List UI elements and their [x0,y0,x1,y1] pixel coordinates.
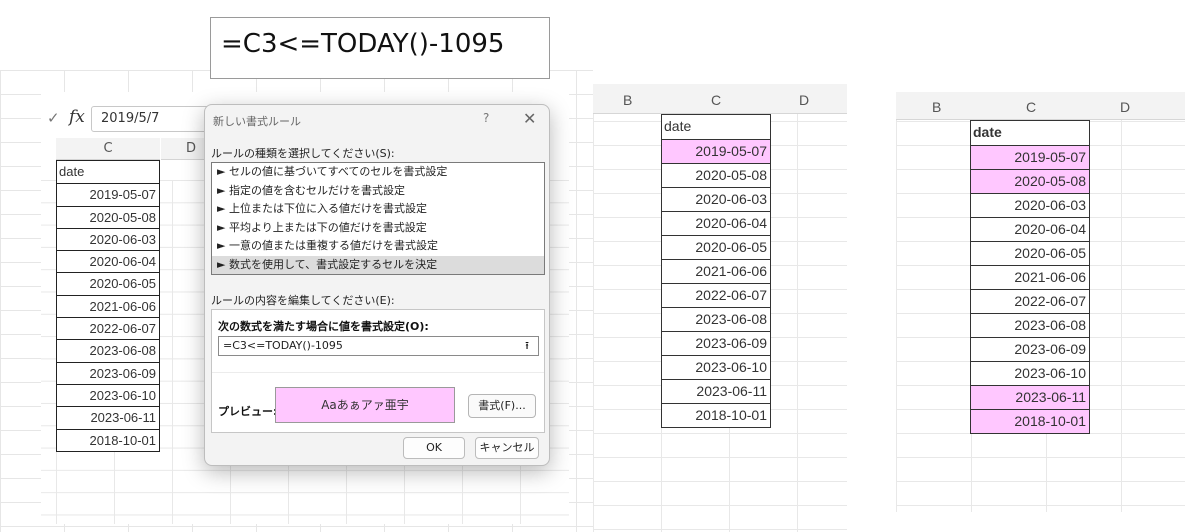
table-cell[interactable]: 2023-06-09 [57,361,159,384]
table-cell[interactable]: 2022-06-07 [57,317,159,339]
new-format-rule-dialog: 新しい書式ルール ? ✕ ルールの種類を選択してください(S): ► セルの値に… [204,104,550,466]
column-header-bar: B C D [593,84,847,114]
rule-type-item-selected[interactable]: ► 数式を使用して、書式設定するセルを決定 [212,255,544,274]
cancel-button[interactable]: キャンセル [475,437,539,459]
table-cell[interactable]: 2020-06-05 [57,272,159,294]
table-cell[interactable]: 2022-06-07 [971,289,1089,313]
table-cell[interactable]: 2021-06-06 [971,265,1089,289]
table-header-cell[interactable]: date [57,161,159,183]
rule-type-label: ルールの種類を選択してください(S): [211,147,395,160]
table-cell[interactable]: 2023-06-10 [662,355,770,379]
column-header-d[interactable]: D [799,92,809,108]
table-cell[interactable]: 2020-06-03 [971,193,1089,217]
table-cell[interactable]: 2020-06-05 [971,241,1089,265]
table-cell[interactable]: 2023-06-10 [57,383,159,406]
format-button[interactable]: 書式(F)... [468,394,536,418]
column-header-b[interactable]: B [623,92,632,108]
confirm-icon[interactable]: ✓ [47,109,60,127]
formula-caption: =C3<=TODAY()-1095 [210,17,550,79]
table-header-cell[interactable]: date [971,121,1089,145]
rule-formula-input[interactable]: =C3<=TODAY()-1095 ⭱ [218,336,539,356]
column-header-c[interactable]: C [56,138,160,160]
collapse-dialog-icon[interactable]: ⭱ [519,338,535,354]
table-cell[interactable]: 2020-06-05 [662,235,770,259]
table-cell[interactable]: 2023-06-09 [971,337,1089,361]
divider [212,372,544,373]
preview-label: プレビュー: [218,405,278,418]
table-cell[interactable]: 2023-06-08 [971,313,1089,337]
column-header-c[interactable]: C [711,92,721,108]
help-icon[interactable]: ? [483,111,489,125]
table-cell[interactable]: 2023-06-09 [662,331,770,355]
table-cell[interactable]: 2020-06-04 [971,217,1089,241]
table-cell[interactable]: 2018-10-01 [57,428,159,451]
table-cell[interactable]: 2018-10-01 [971,409,1089,433]
column-header-bar: B C D [896,92,1185,120]
table-cell[interactable]: 2020-05-08 [971,169,1089,193]
table-cell[interactable]: 2020-06-03 [57,227,159,250]
rule-type-item[interactable]: ► 指定の値を含むセルだけを書式設定 [212,182,544,201]
table-cell[interactable]: 2019-05-07 [57,183,159,205]
table-cell[interactable]: 2020-05-08 [662,163,770,187]
table-cell[interactable]: 2023-06-11 [662,379,770,403]
rule-type-item[interactable]: ► 一意の値または重複する値だけを書式設定 [212,237,544,256]
table-cell[interactable]: 2021-06-06 [57,294,159,317]
table-cell[interactable]: 2022-06-07 [662,283,770,307]
column-header-b[interactable]: B [932,99,941,115]
table-cell[interactable]: 2023-06-11 [971,385,1089,409]
table-cell[interactable]: 2023-06-11 [57,406,159,428]
table-cell[interactable]: 2020-06-04 [662,211,770,235]
table-cell[interactable]: 2020-06-03 [662,187,770,211]
rule-type-item[interactable]: ► 平均より上または下の値だけを書式設定 [212,219,544,238]
date-table: date 2019-05-07 2020-05-08 2020-06-03 20… [970,120,1090,434]
fx-icon[interactable]: fx [69,107,85,127]
excel-panel-result-2: B C D date 2019-05-07 2020-05-08 2020-06… [896,80,1185,512]
edit-rule-label: ルールの内容を編集してください(E): [211,294,395,307]
table-cell[interactable]: 2018-10-01 [662,403,770,427]
table-cell[interactable]: 2023-06-08 [662,307,770,331]
rule-edit-box: 次の数式を満たす場合に値を書式設定(O): =C3<=TODAY()-1095 … [211,309,545,433]
date-table: date 2019-05-07 2020-05-08 2020-06-03 20… [56,160,160,452]
table-cell[interactable]: 2019-05-07 [662,139,770,163]
excel-panel-result-1: B C D date 2019-05-07 2020-05-08 2020-06… [593,84,847,532]
table-cell[interactable]: 2020-06-04 [57,250,159,272]
rule-type-item[interactable]: ► セルの値に基づいてすべてのセルを書式設定 [212,163,544,182]
rule-formula-text: =C3<=TODAY()-1095 [223,339,343,352]
close-icon[interactable]: ✕ [523,109,536,128]
dialog-title: 新しい書式ルール [213,115,301,128]
date-table: date 2019-05-07 2020-05-08 2020-06-03 20… [661,114,771,428]
table-header-cell[interactable]: date [662,115,770,139]
table-cell[interactable]: 2020-05-08 [57,205,159,228]
table-cell[interactable]: 2021-06-06 [662,259,770,283]
column-header-d[interactable]: D [1120,99,1130,115]
column-header-c[interactable]: C [1026,99,1036,115]
rule-type-item[interactable]: ► 上位または下位に入る値だけを書式設定 [212,200,544,219]
table-cell[interactable]: 2019-05-07 [971,145,1089,169]
format-preview: Aaあぁアァ亜宇 [275,387,455,423]
rule-type-list: ► セルの値に基づいてすべてのセルを書式設定 ► 指定の値を含むセルだけを書式設… [211,162,545,275]
table-cell[interactable]: 2023-06-08 [57,339,159,361]
table-cell[interactable]: 2023-06-10 [971,361,1089,385]
ok-button[interactable]: OK [403,437,465,459]
formula-condition-label: 次の数式を満たす場合に値を書式設定(O): [218,320,429,333]
